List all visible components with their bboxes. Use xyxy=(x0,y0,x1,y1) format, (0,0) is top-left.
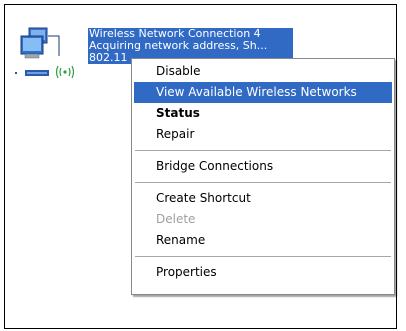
menu-item-repair[interactable]: Repair xyxy=(134,124,392,145)
menu-item-bridge-connections[interactable]: Bridge Connections xyxy=(134,156,392,177)
context-menu: Disable View Available Wireless Networks… xyxy=(131,58,395,295)
menu-item-status[interactable]: Status xyxy=(134,103,392,124)
menu-item-disable[interactable]: Disable xyxy=(134,61,392,82)
menu-item-view-available-wireless-networks[interactable]: View Available Wireless Networks xyxy=(134,82,392,103)
menu-item-rename[interactable]: Rename xyxy=(134,230,392,251)
menu-separator xyxy=(135,150,391,151)
menu-item-delete: Delete xyxy=(156,212,196,226)
menu-item-create-shortcut[interactable]: Create Shortcut xyxy=(134,188,392,209)
menu-separator xyxy=(135,256,391,257)
wireless-network-connection-icon[interactable] xyxy=(15,26,75,80)
menu-separator xyxy=(135,182,391,183)
menu-item-properties[interactable]: Properties xyxy=(134,262,392,283)
